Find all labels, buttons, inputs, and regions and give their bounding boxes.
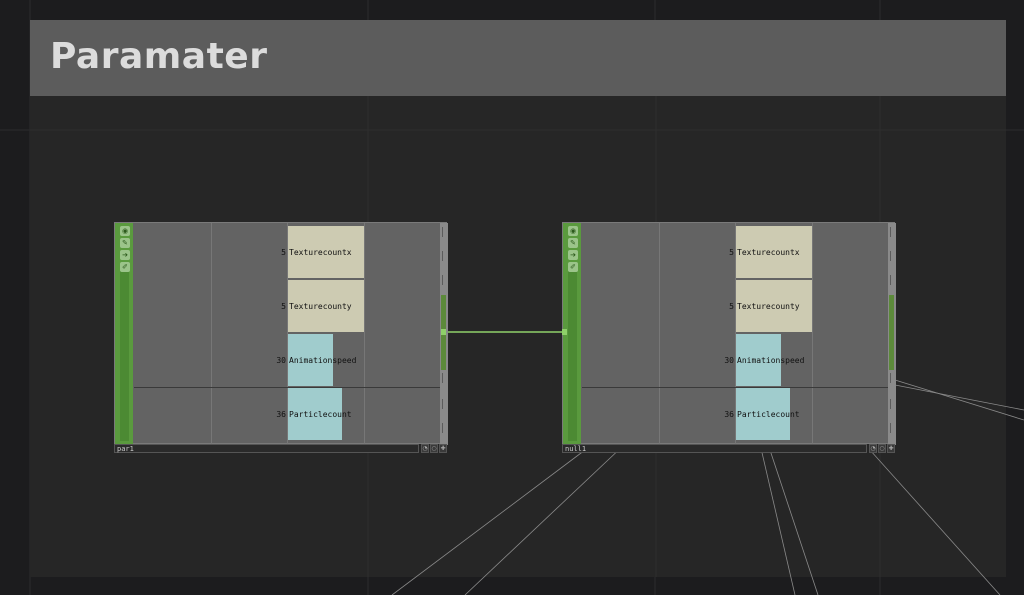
channel-value: 30 xyxy=(724,356,734,365)
channel-label: Texturecounty xyxy=(737,302,800,311)
output-tick xyxy=(442,373,443,383)
viewer-gridline xyxy=(812,223,813,445)
viewer-gridline xyxy=(211,223,212,445)
node-viewer[interactable]: ◉ ✎ ➔ ✐ 5 Texturecountx 5 Texturecounty 30 Animat… xyxy=(562,222,896,445)
circle-icon[interactable]: ○ xyxy=(430,444,438,453)
output-tick xyxy=(890,373,891,383)
channel-divider xyxy=(134,387,440,388)
node-name-field[interactable]: par1 xyxy=(114,444,419,453)
lock-icon[interactable]: ✐ xyxy=(120,262,130,272)
viewer-toggle-icon[interactable]: ◔ xyxy=(869,444,877,453)
channel-value: 36 xyxy=(724,410,734,419)
chop-node-0[interactable]: ◉ ✎ ➔ ✐ 5 Texturecountx 5 Texturecounty 30 Animat… xyxy=(114,222,448,453)
node-output-bar xyxy=(888,223,896,445)
node-name-field[interactable]: null1 xyxy=(562,444,867,453)
output-tick xyxy=(442,399,443,409)
channel-label: Texturecountx xyxy=(737,248,800,257)
output-tick xyxy=(890,399,891,409)
output-tick xyxy=(442,275,443,285)
viewer-gridline xyxy=(659,223,660,445)
output-tick xyxy=(890,275,891,285)
node-flags-bar: ◉ ✎ ➔ ✐ xyxy=(115,223,133,445)
chop-node-1[interactable]: ◉ ✎ ➔ ✐ 5 Texturecountx 5 Texturecounty 30 Animat… xyxy=(562,222,896,453)
output-tick xyxy=(442,423,443,433)
edit-icon[interactable]: ✎ xyxy=(568,238,578,248)
node-viewer[interactable]: ◉ ✎ ➔ ✐ 5 Texturecountx 5 Texturecounty 30 Animat… xyxy=(114,222,448,445)
channel-value: 5 xyxy=(729,302,734,311)
output-port-icon[interactable] xyxy=(441,329,446,335)
channel-value: 5 xyxy=(281,302,286,311)
circle-icon[interactable]: ○ xyxy=(878,444,886,453)
plus-icon[interactable]: ✚ xyxy=(439,444,447,453)
output-tick xyxy=(890,423,891,433)
channel-label: Animationspeed xyxy=(289,356,357,365)
node-footer: null1 ◔ ○ ✚ xyxy=(562,444,895,453)
output-connector[interactable] xyxy=(889,295,894,370)
channel-label: Particlecount xyxy=(289,410,352,419)
viewer-icon[interactable]: ◉ xyxy=(568,226,578,236)
bypass-icon[interactable]: ➔ xyxy=(120,250,130,260)
channel-label: Particlecount xyxy=(737,410,800,419)
channel-label: Texturecounty xyxy=(289,302,352,311)
viewer-toggle-icon[interactable]: ◔ xyxy=(421,444,429,453)
viewer-gridline xyxy=(364,223,365,445)
channel-value: 30 xyxy=(276,356,286,365)
viewer-icon[interactable]: ◉ xyxy=(120,226,130,236)
input-port-icon[interactable] xyxy=(562,329,567,335)
node-input-stripe xyxy=(568,271,577,441)
channel-value: 5 xyxy=(729,248,734,257)
output-tick xyxy=(442,251,443,261)
channel-divider xyxy=(582,387,888,388)
output-tick xyxy=(442,227,443,237)
plus-icon[interactable]: ✚ xyxy=(887,444,895,453)
bypass-icon[interactable]: ➔ xyxy=(568,250,578,260)
lock-icon[interactable]: ✐ xyxy=(568,262,578,272)
output-tick xyxy=(890,251,891,261)
channel-label: Texturecountx xyxy=(289,248,352,257)
channel-value: 5 xyxy=(281,248,286,257)
node-footer: par1 ◔ ○ ✚ xyxy=(114,444,447,453)
node-input-stripe xyxy=(120,271,129,441)
channel-value: 36 xyxy=(276,410,286,419)
edit-icon[interactable]: ✎ xyxy=(120,238,130,248)
channel-label: Animationspeed xyxy=(737,356,805,365)
output-tick xyxy=(890,227,891,237)
